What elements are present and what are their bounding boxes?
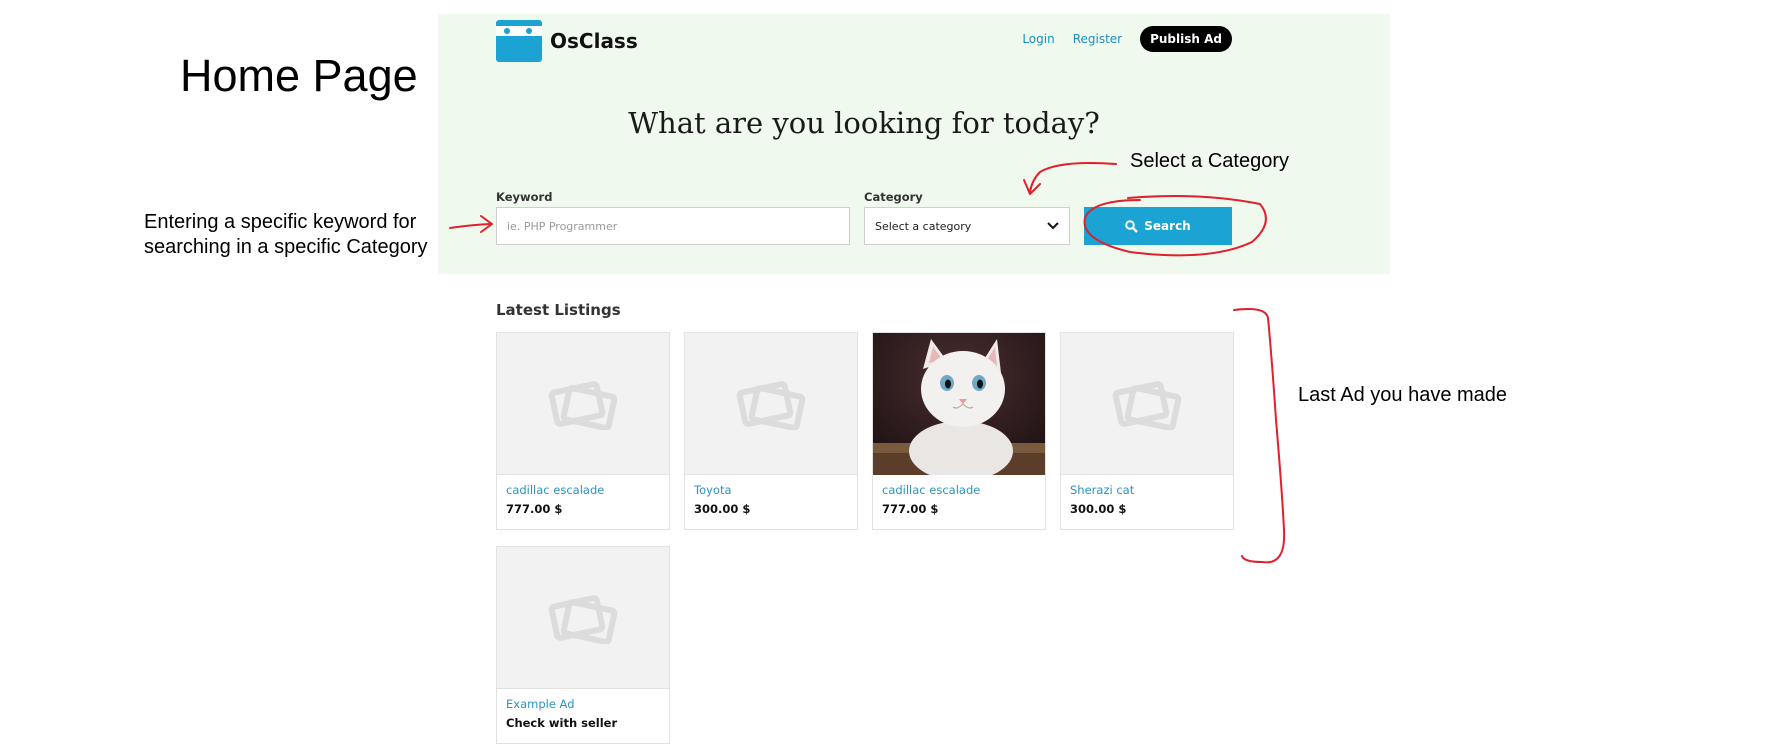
image-placeholder-icon [1112,380,1182,430]
logo-icon [496,20,542,62]
header-nav: Login Register Publish Ad [1022,26,1232,52]
login-link[interactable]: Login [1022,32,1054,46]
hero-title: What are you looking for today? [628,106,1100,140]
site-logo[interactable]: OsClass [496,20,638,62]
listings-brace [1233,308,1286,564]
listing-card[interactable]: Toyota 300.00 $ [684,332,858,530]
listing-price: 777.00 $ [506,502,563,516]
page-heading: Home Page [180,50,418,101]
listing-card[interactable]: cadillac escalade 777.00 $ [496,332,670,530]
chevron-down-icon [1047,222,1059,230]
annotation-last-ad: Last Ad you have made [1298,384,1508,406]
listing-title[interactable]: cadillac escalade [506,483,604,497]
annotation-keyword-line1: Entering a specific keyword for [144,211,417,233]
listing-image-kitten [873,332,1045,475]
listing-card[interactable]: Sherazi cat 300.00 $ [1060,332,1234,530]
category-select[interactable]: Select a category [864,207,1070,245]
image-placeholder-icon [548,380,618,430]
listing-image-placeholder [497,547,669,689]
hero-section: OsClass Login Register Publish Ad What a… [438,14,1390,274]
kitten-photo-icon [873,332,1045,475]
keyword-label: Keyword [496,190,553,204]
listing-image-placeholder [685,333,857,475]
annotation-keyword-line2: searching in a specific Category [144,236,428,258]
publish-ad-button[interactable]: Publish Ad [1140,26,1232,52]
listing-card[interactable]: cadillac escalade 777.00 $ [872,332,1046,530]
search-icon [1125,219,1139,233]
latest-listings-title: Latest Listings [496,301,621,319]
category-selected-value: Select a category [875,219,972,233]
image-placeholder-icon [548,594,618,644]
annotation-keyword: Entering a specific keyword for searchin… [144,210,427,260]
logo-text: OsClass [550,29,638,53]
listing-price: 300.00 $ [694,502,751,516]
search-button[interactable]: Search [1084,207,1232,245]
keyword-input[interactable] [496,207,850,245]
listing-title[interactable]: Sherazi cat [1070,483,1134,497]
register-link[interactable]: Register [1073,32,1122,46]
listing-image-placeholder [1061,333,1233,475]
search-button-label: Search [1144,219,1191,233]
listing-card[interactable]: Example Ad Check with seller [496,546,670,744]
listing-price: 777.00 $ [882,502,939,516]
category-label: Category [864,190,923,204]
listing-price: Check with seller [506,716,618,730]
image-placeholder-icon [736,380,806,430]
listing-image-placeholder [497,333,669,475]
listing-title[interactable]: cadillac escalade [882,483,980,497]
listing-title[interactable]: Example Ad [506,697,575,711]
listing-title[interactable]: Toyota [694,483,732,497]
listing-price: 300.00 $ [1070,502,1127,516]
annotation-category: Select a Category [1130,150,1289,172]
